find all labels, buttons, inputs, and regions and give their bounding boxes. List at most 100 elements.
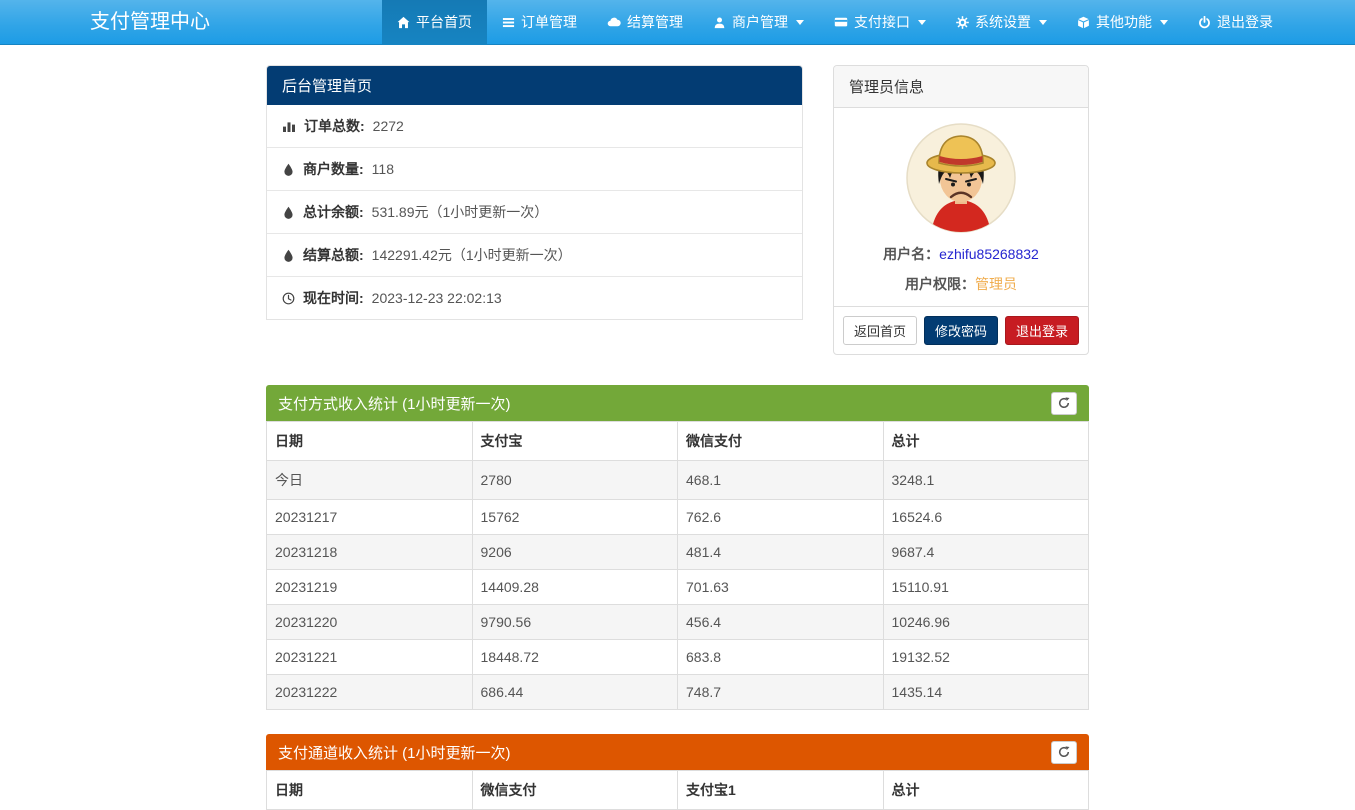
caret-down-icon — [918, 20, 926, 25]
app-title: 支付管理中心 — [90, 0, 210, 44]
role-value: 管理员 — [975, 276, 1017, 292]
income-by-method-title: 支付方式收入统计 (1小时更新一次) — [278, 393, 511, 414]
role-label: 用户权限： — [905, 276, 975, 292]
stat-label: 结算总额: — [303, 245, 364, 265]
stat-row: 商户数量:118 — [267, 147, 802, 190]
table-cell: 20231222 — [267, 675, 473, 710]
user-icon — [713, 16, 726, 29]
table-cell: 18448.72 — [472, 640, 678, 675]
column-header: 支付宝1 — [678, 771, 884, 810]
stat-value: 118 — [372, 161, 394, 177]
list-icon — [502, 16, 515, 29]
table-cell: 今日 — [267, 461, 473, 500]
table-cell: 748.7 — [678, 675, 884, 710]
return-home-button[interactable]: 返回首页 — [843, 316, 917, 345]
column-header: 微信支付 — [472, 771, 678, 810]
table-cell: 456.4 — [678, 605, 884, 640]
stat-row: 现在时间: 2023-12-23 22:02:13 — [267, 276, 802, 319]
income-by-method-table: 日期支付宝微信支付总计 今日2780468.13248.120231217157… — [266, 421, 1089, 710]
nav-item-label: 订单管理 — [521, 12, 577, 32]
straw-hat-avatar-image — [905, 122, 1017, 234]
nav-item-other-functions[interactable]: 其他功能 — [1062, 0, 1183, 44]
table-cell: 481.4 — [678, 535, 884, 570]
stat-row: 结算总额: 142291.42元（1小时更新一次） — [267, 233, 802, 276]
stat-value: 2272 — [373, 118, 404, 134]
admin-panel-title: 管理员信息 — [834, 66, 1088, 108]
nav-item-label: 商户管理 — [732, 12, 788, 32]
clock-icon — [282, 292, 295, 305]
table-row: 2023122118448.72683.819132.52 — [267, 640, 1089, 675]
table-cell: 2780 — [472, 461, 678, 500]
change-password-button[interactable]: 修改密码 — [924, 316, 998, 345]
top-navbar: 支付管理中心 平台首页 订单管理 结算管理 商户管理 支付接口 系统设置 其他功能 退出登录 — [0, 0, 1355, 45]
caret-down-icon — [1160, 20, 1168, 25]
refresh-button[interactable] — [1051, 741, 1077, 764]
table-cell: 468.1 — [678, 461, 884, 500]
gear-icon — [956, 16, 969, 29]
column-header: 支付宝 — [472, 422, 678, 461]
stat-value: 142291.42元（1小时更新一次） — [372, 245, 572, 265]
credit-card-icon — [834, 15, 848, 29]
dashboard-stats-panel: 后台管理首页 订单总数:2272商户数量:118总计余额:531.89元（1小时… — [266, 65, 803, 320]
stat-row: 订单总数: 2272 — [267, 105, 802, 147]
income-by-channel-table: 日期微信支付支付宝1总计 — [266, 770, 1089, 810]
avatar — [844, 122, 1078, 234]
table-cell: 9790.56 — [472, 605, 678, 640]
stat-label: 总计余额: — [303, 202, 364, 222]
column-header: 总计 — [883, 422, 1089, 461]
cube-icon — [1077, 16, 1090, 29]
nav-item-merchant[interactable]: 商户管理 — [698, 0, 819, 44]
nav-item-settlement[interactable]: 结算管理 — [592, 0, 698, 44]
droplet-icon — [282, 163, 295, 176]
table-cell: 14409.28 — [472, 570, 678, 605]
caret-down-icon — [796, 20, 804, 25]
role-row: 用户权限：管理员 — [844, 274, 1078, 294]
column-header: 微信支付 — [678, 422, 884, 461]
table-cell: 9687.4 — [883, 535, 1089, 570]
nav-item-label: 支付接口 — [854, 12, 910, 32]
dashboard-panel-title: 后台管理首页 — [267, 66, 802, 105]
income-by-channel-section: 支付通道收入统计 (1小时更新一次) 日期微信支付支付宝1总计 — [266, 734, 1089, 810]
logout-button[interactable]: 退出登录 — [1005, 316, 1079, 345]
table-row: 202312189206481.49687.4 — [267, 535, 1089, 570]
nav-item-label: 结算管理 — [627, 12, 683, 32]
column-header: 日期 — [267, 422, 473, 461]
nav-item-label: 系统设置 — [975, 12, 1031, 32]
column-header: 总计 — [883, 771, 1089, 810]
table-row: 2023121715762762.616524.6 — [267, 500, 1089, 535]
table-cell: 19132.52 — [883, 640, 1089, 675]
home-icon — [397, 16, 410, 29]
nav-item-logout[interactable]: 退出登录 — [1183, 0, 1288, 44]
stat-label: 订单总数: — [304, 116, 365, 136]
droplet-icon — [282, 206, 295, 219]
table-cell: 15762 — [472, 500, 678, 535]
power-icon — [1198, 16, 1211, 29]
nav-item-payment-api[interactable]: 支付接口 — [819, 0, 941, 44]
main-content: 后台管理首页 订单总数:2272商户数量:118总计余额:531.89元（1小时… — [266, 65, 1089, 810]
admin-info-panel: 管理员信息 — [833, 65, 1089, 355]
username-value: ezhifu85268832 — [939, 246, 1039, 262]
income-by-method-section: 支付方式收入统计 (1小时更新一次) 日期支付宝微信支付总计 今日2780468… — [266, 385, 1089, 710]
nav-item-home[interactable]: 平台首页 — [382, 0, 487, 44]
table-cell: 16524.6 — [883, 500, 1089, 535]
nav-item-label: 其他功能 — [1096, 12, 1152, 32]
table-row: 202312209790.56456.410246.96 — [267, 605, 1089, 640]
nav-item-orders[interactable]: 订单管理 — [487, 0, 592, 44]
table-cell: 762.6 — [678, 500, 884, 535]
table-row: 今日2780468.13248.1 — [267, 461, 1089, 500]
table-cell: 10246.96 — [883, 605, 1089, 640]
nav-item-system-settings[interactable]: 系统设置 — [941, 0, 1062, 44]
stat-value: 2023-12-23 22:02:13 — [372, 290, 502, 306]
stat-label: 现在时间: — [303, 288, 364, 308]
refresh-button[interactable] — [1051, 392, 1077, 415]
table-cell: 20231221 — [267, 640, 473, 675]
income-by-channel-title: 支付通道收入统计 (1小时更新一次) — [278, 742, 511, 763]
table-cell: 20231218 — [267, 535, 473, 570]
income-by-channel-header: 支付通道收入统计 (1小时更新一次) — [266, 734, 1089, 770]
table-cell: 9206 — [472, 535, 678, 570]
caret-down-icon — [1039, 20, 1047, 25]
income-by-method-header: 支付方式收入统计 (1小时更新一次) — [266, 385, 1089, 421]
cloud-icon — [607, 15, 621, 29]
bar-chart-icon — [282, 119, 296, 133]
column-header: 日期 — [267, 771, 473, 810]
